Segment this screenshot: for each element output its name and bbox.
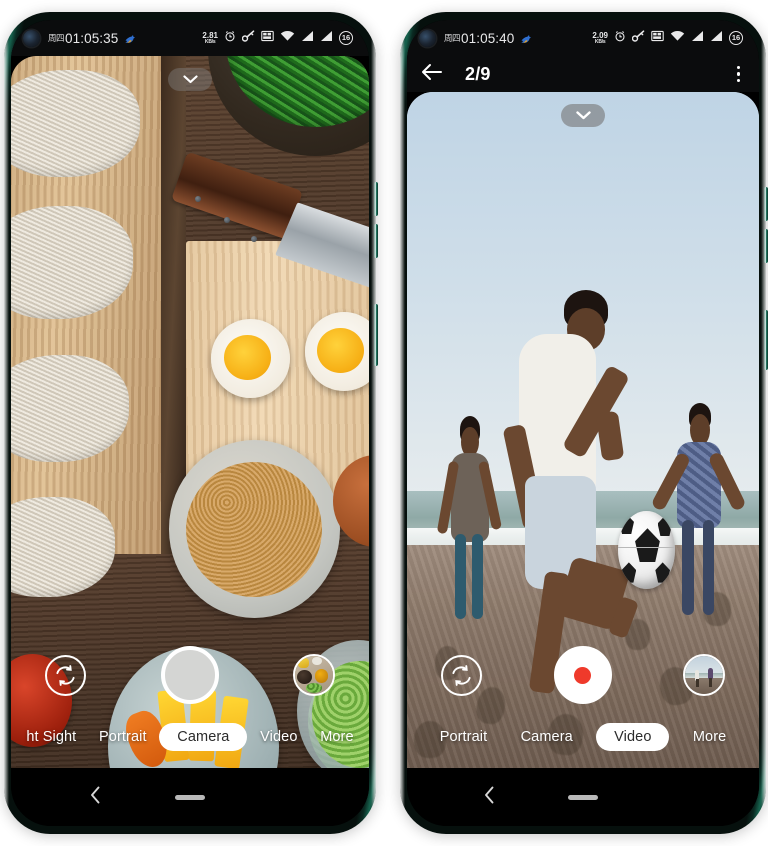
alarm-icon bbox=[224, 29, 236, 47]
last-photo-thumbnail-right[interactable] bbox=[683, 654, 725, 696]
camera-mode-more-right[interactable]: More bbox=[683, 723, 736, 751]
camera-mode-video[interactable]: Video bbox=[250, 723, 307, 751]
bird-icon-right bbox=[520, 32, 532, 44]
signal-icon-right bbox=[691, 29, 704, 47]
status-clock-right: 01:05:40 bbox=[461, 30, 515, 46]
key-icon bbox=[241, 29, 255, 47]
status-bar-left: 周四 01:05:35 2.81 KB/s 16 bbox=[11, 20, 369, 56]
chevron-down-icon bbox=[182, 71, 198, 89]
battery-indicator-right: 16 bbox=[729, 31, 743, 45]
camera-mode-portrait-right[interactable]: Portrait bbox=[430, 723, 498, 751]
vpn-icon-right bbox=[651, 29, 664, 47]
volume-up-button-right[interactable] bbox=[764, 187, 768, 221]
device-left-phone: 周四 01:05:35 2.81 KB/s 16 ht Sight Portra… bbox=[4, 12, 378, 834]
page-title: 2/9 bbox=[465, 63, 491, 84]
player-right bbox=[650, 402, 746, 619]
volume-down-button-right[interactable] bbox=[764, 229, 768, 263]
camera-controls-right bbox=[407, 644, 759, 706]
camera-mode-video-right[interactable]: Video bbox=[596, 723, 670, 751]
screen-left: 周四 01:05:35 2.81 KB/s 16 ht Sight Portra… bbox=[11, 20, 369, 826]
thumbnail-image-spices bbox=[295, 656, 333, 694]
home-pill-button-right[interactable] bbox=[568, 794, 598, 800]
status-icons-group-right: 2.09 KB/s 16 bbox=[592, 29, 743, 47]
last-photo-thumbnail[interactable] bbox=[293, 654, 335, 696]
front-camera-punchhole bbox=[23, 29, 40, 47]
camera-controls-left bbox=[11, 644, 369, 706]
key-icon-right bbox=[631, 29, 645, 47]
camera-viewfinder-right[interactable]: Portrait Camera Video More bbox=[407, 92, 759, 768]
status-day-label-right: 周四 bbox=[444, 33, 461, 43]
system-nav-bar-left bbox=[11, 768, 369, 826]
camera-mode-camera-right[interactable]: Camera bbox=[511, 723, 583, 751]
back-chevron-icon-right[interactable] bbox=[484, 786, 495, 808]
expand-settings-pill-left[interactable] bbox=[168, 68, 212, 91]
bird-icon bbox=[124, 32, 136, 44]
record-dot-icon bbox=[574, 666, 591, 684]
wifi-icon bbox=[280, 29, 295, 47]
device-bezel-left: 周四 01:05:35 2.81 KB/s 16 ht Sight Portra… bbox=[11, 20, 369, 826]
camera-flip-icon-right[interactable] bbox=[441, 654, 482, 696]
screenshot-stage: 周四 01:05:35 2.81 KB/s 16 ht Sight Portra… bbox=[0, 0, 768, 846]
camera-viewfinder-left[interactable]: ht Sight Portrait Camera Video More bbox=[11, 56, 369, 768]
network-speed-unit: KB/s bbox=[204, 38, 216, 45]
status-bar-right: 周四 01:05:40 2.09 KB/s 16 bbox=[407, 20, 759, 56]
football bbox=[618, 511, 675, 589]
signal2-icon bbox=[320, 29, 333, 47]
camera-mode-bar-left: ht Sight Portrait Camera Video More bbox=[11, 720, 369, 754]
alarm-icon-right bbox=[614, 29, 626, 47]
screen-right: 周四 01:05:40 2.09 KB/s 16 2/9 Portrait Ca… bbox=[407, 20, 759, 826]
status-day-label: 周四 bbox=[48, 33, 65, 43]
volume-up-button[interactable] bbox=[374, 182, 378, 216]
camera-mode-bar-right: Portrait Camera Video More bbox=[407, 720, 759, 754]
camera-flip-icon[interactable] bbox=[45, 654, 86, 696]
status-icons-group-left: 2.81 KB/s 16 bbox=[202, 29, 353, 47]
app-header-right: 2/9 bbox=[407, 56, 759, 92]
home-pill-button[interactable] bbox=[175, 794, 205, 800]
network-speed-unit-right: KB/s bbox=[594, 38, 606, 45]
back-arrow-icon[interactable] bbox=[421, 63, 443, 86]
camera-mode-camera[interactable]: Camera bbox=[159, 723, 248, 751]
camera-mode-more[interactable]: More bbox=[310, 723, 363, 751]
kebab-menu-icon[interactable] bbox=[734, 62, 743, 86]
vpn-icon bbox=[261, 29, 274, 47]
status-clock: 01:05:35 bbox=[65, 30, 119, 46]
battery-indicator: 16 bbox=[339, 31, 353, 45]
back-chevron-icon[interactable] bbox=[90, 786, 101, 808]
chevron-down-icon-right bbox=[575, 107, 591, 125]
power-button-right[interactable] bbox=[764, 310, 768, 370]
signal-icon bbox=[301, 29, 314, 47]
camera-mode-night-sight[interactable]: ht Sight bbox=[16, 723, 86, 751]
device-right-phone: 周四 01:05:40 2.09 KB/s 16 2/9 Portrait Ca… bbox=[400, 12, 768, 834]
signal2-icon-right bbox=[710, 29, 723, 47]
device-bezel-right: 周四 01:05:40 2.09 KB/s 16 2/9 Portrait Ca… bbox=[407, 20, 759, 826]
front-camera-punchhole-right bbox=[419, 29, 436, 47]
network-speed-indicator: 2.81 KB/s bbox=[202, 31, 218, 45]
expand-settings-pill-right[interactable] bbox=[561, 104, 605, 127]
network-speed-indicator-right: 2.09 KB/s bbox=[592, 31, 608, 45]
wifi-icon-right bbox=[670, 29, 685, 47]
camera-mode-portrait[interactable]: Portrait bbox=[89, 723, 157, 751]
power-button[interactable] bbox=[374, 304, 378, 366]
system-nav-bar-right bbox=[407, 768, 759, 826]
thumbnail-image-beach bbox=[685, 656, 723, 694]
shutter-button-photo[interactable] bbox=[160, 646, 219, 704]
shutter-button-record[interactable] bbox=[553, 646, 612, 704]
volume-down-button[interactable] bbox=[374, 224, 378, 258]
